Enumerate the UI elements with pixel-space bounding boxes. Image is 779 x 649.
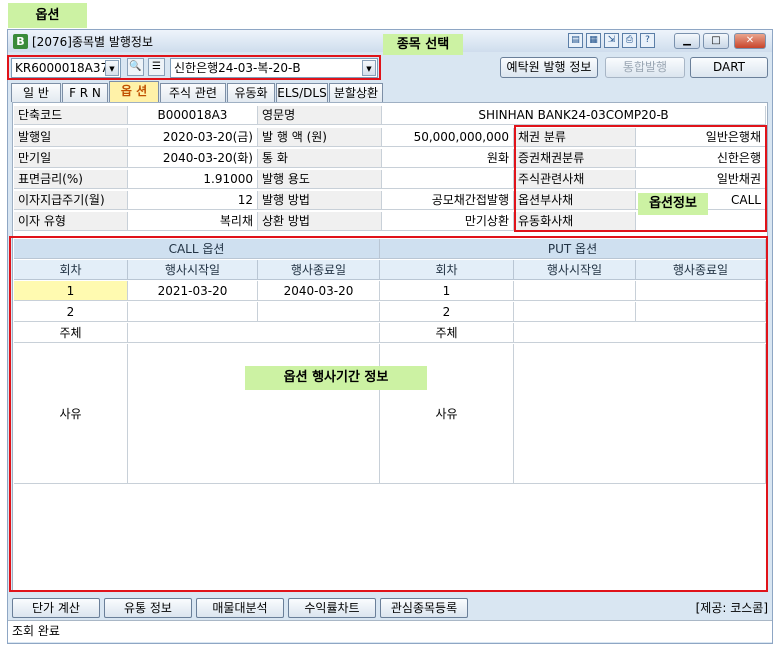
- exercise-period-highlight: [9, 236, 768, 592]
- redemption-value: 만기상환: [382, 212, 514, 231]
- price-calc-button[interactable]: 단가 계산: [12, 598, 100, 618]
- eng-name-label: 영문명: [258, 106, 382, 125]
- interest-type-value: 복리채: [128, 212, 258, 231]
- trading-info-button[interactable]: 유통 정보: [104, 598, 192, 618]
- maturity-label: 만기일: [14, 149, 128, 168]
- coupon-label: 표면금리(%): [14, 170, 128, 189]
- currency-value: 원화: [382, 149, 514, 168]
- maturity-value: 2040-03-20(화): [128, 149, 258, 168]
- purpose-label: 발행 용도: [258, 170, 382, 189]
- caption-option-info: 옵션정보: [638, 193, 708, 215]
- integrated-issue-button[interactable]: 통합발행: [605, 57, 685, 78]
- tab-abs[interactable]: 유동화: [227, 83, 275, 102]
- caption-exercise-period: 옵션 행사기간 정보: [245, 366, 427, 390]
- currency-label: 통 화: [258, 149, 382, 168]
- print-icon[interactable]: ⎙: [622, 33, 637, 48]
- export-icon[interactable]: ⇲: [604, 33, 619, 48]
- tab-els-dls[interactable]: ELS/DLS: [276, 83, 328, 102]
- close-button[interactable]: ✕: [734, 33, 766, 49]
- tab-equity[interactable]: 주식 관련: [160, 83, 226, 102]
- caption-security-select: 종목 선택: [383, 34, 463, 55]
- window-title: [2076]종목별 발행정보: [32, 35, 153, 49]
- security-name-combo[interactable]: 신한은행24-03-복-20-B: [170, 58, 378, 78]
- minimize-button[interactable]: ▁: [674, 33, 700, 49]
- amount-value: 50,000,000,000: [382, 128, 514, 147]
- search-icon[interactable]: 🔍: [127, 58, 144, 76]
- method-label: 발행 방법: [258, 191, 382, 210]
- maximize-button[interactable]: □: [703, 33, 729, 49]
- watchlist-add-button[interactable]: 관심종목등록: [380, 598, 468, 618]
- tab-option[interactable]: 옵 션: [109, 81, 159, 102]
- help-icon[interactable]: ?: [640, 33, 655, 48]
- app-icon: B: [13, 34, 28, 49]
- status-text: 조회 완료: [12, 624, 60, 638]
- chevron-down-icon[interactable]: ▼: [362, 60, 376, 76]
- security-code: KR6000018A37: [15, 61, 109, 75]
- short-code-label: 단축코드: [14, 106, 128, 125]
- tab-amortization[interactable]: 분할상환: [329, 83, 383, 102]
- issue-date-value: 2020-03-20(금): [128, 128, 258, 147]
- tab-frn[interactable]: F R N: [62, 83, 108, 102]
- issue-date-label: 발행일: [14, 128, 128, 147]
- chevron-down-icon[interactable]: ▼: [105, 60, 119, 76]
- security-name: 신한은행24-03-복-20-B: [174, 61, 301, 75]
- tab-general[interactable]: 일 반: [11, 83, 61, 102]
- interest-period-value: 12: [128, 191, 258, 210]
- eng-name-value: SHINHAN BANK24-03COMP20-B: [382, 106, 766, 125]
- layout-icon[interactable]: ▤: [568, 33, 583, 48]
- grid-icon[interactable]: ▦: [586, 33, 601, 48]
- method-value: 공모채간접발행: [382, 191, 514, 210]
- dart-button[interactable]: DART: [690, 57, 768, 78]
- interest-type-label: 이자 유형: [14, 212, 128, 231]
- coupon-value: 1.91000: [128, 170, 258, 189]
- caption-option: 옵션: [8, 3, 87, 28]
- status-bar: 조회 완료: [8, 620, 772, 642]
- provider-label: [제공: 코스콤]: [695, 601, 768, 615]
- redemption-label: 상환 방법: [258, 212, 382, 231]
- order-book-analysis-button[interactable]: 매물대분석: [196, 598, 284, 618]
- depository-issue-button[interactable]: 예탁원 발행 정보: [500, 57, 598, 78]
- short-code-value: B000018A3: [128, 106, 258, 125]
- option-info-highlight: [514, 125, 767, 232]
- amount-label: 발 행 액 (원): [258, 128, 382, 147]
- yield-chart-button[interactable]: 수익률차트: [288, 598, 376, 618]
- interest-period-label: 이자지급주기(월): [14, 191, 128, 210]
- list-icon[interactable]: ☰: [148, 58, 165, 76]
- purpose-value: [382, 170, 514, 189]
